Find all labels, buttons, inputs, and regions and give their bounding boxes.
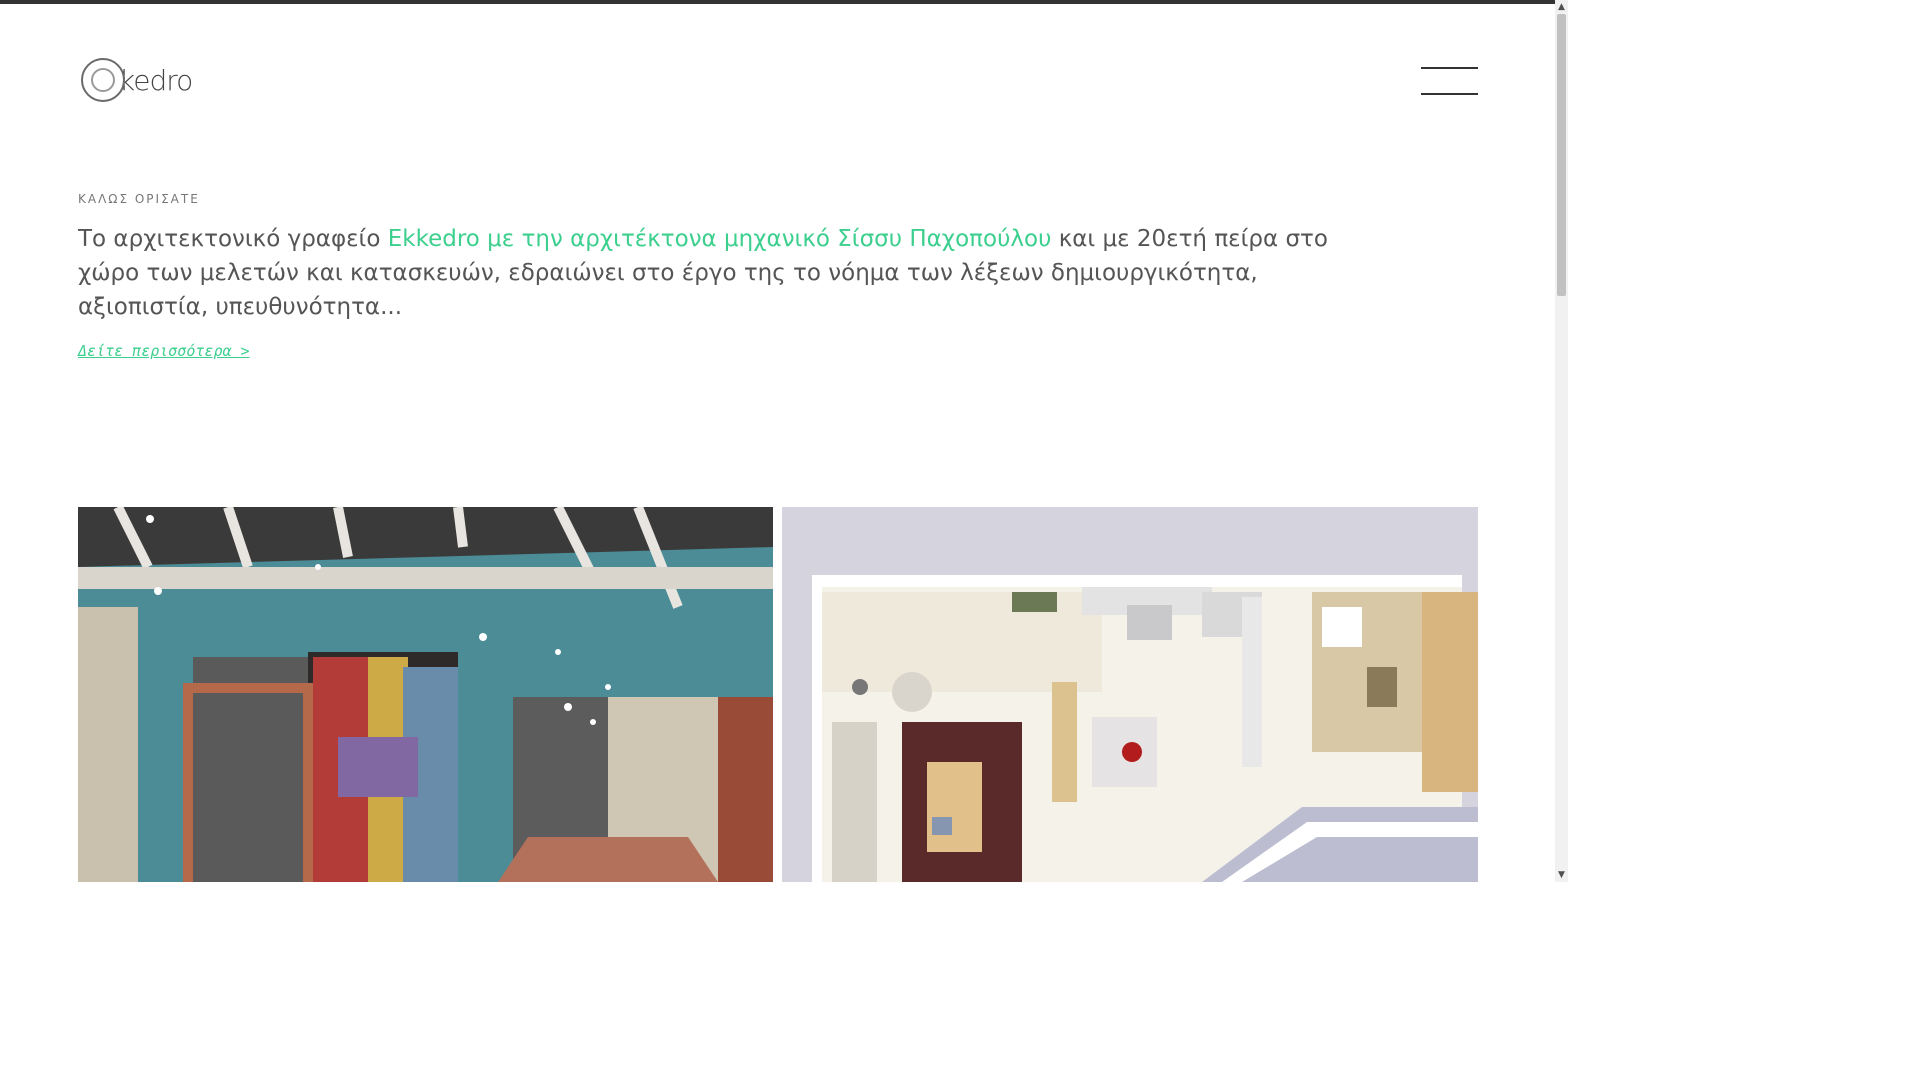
intro-text-start: Το αρχιτεκτονικό γραφείο [78,226,388,252]
logo-emblem-icon [81,58,125,102]
intro-accent-text: Ekkedro με την αρχιτέκτονα μηχανικό Σίσσ… [387,226,1052,252]
scroll-down-arrow-icon[interactable]: ▼ [1555,868,1568,882]
top-border [0,0,1555,4]
hamburger-menu-icon[interactable] [1421,66,1478,96]
menu-line-bottom [1421,93,1478,95]
page-scrollbar[interactable]: ▲ ▼ [1555,0,1568,882]
scroll-up-arrow-icon[interactable]: ▲ [1555,0,1568,14]
read-more-link[interactable]: Δείτε περισσότερα > [78,342,250,360]
site-logo[interactable]: kedro [78,50,193,110]
menu-line-top [1421,67,1478,69]
scrollbar-thumb[interactable] [1557,14,1566,296]
welcome-eyebrow: ΚΑΛΩΣ ΟΡΙΣΑΤΕ [78,192,200,206]
floor-plan-image[interactable] [782,507,1478,882]
restaurant-interior-image[interactable] [78,507,773,882]
intro-paragraph: Το αρχιτεκτονικό γραφείο Ekkedro με την … [78,222,1368,324]
logo-text: kedro [119,63,193,97]
